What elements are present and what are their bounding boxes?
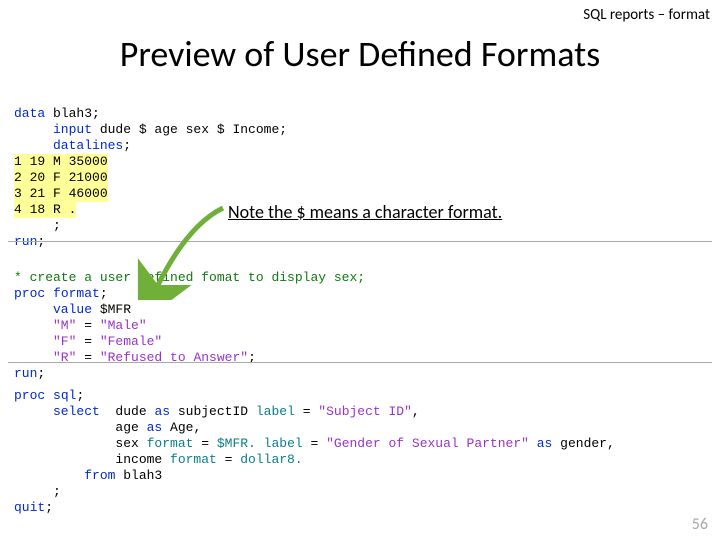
txt: sex <box>14 436 147 451</box>
semi: ; <box>14 484 61 499</box>
fmt-ref: $MFR. <box>217 436 256 451</box>
txt: age <box>14 420 147 435</box>
kw-format: format <box>53 286 100 301</box>
divider <box>8 362 712 363</box>
txt: blah3; <box>45 106 100 121</box>
sp <box>45 286 53 301</box>
txt: subjectID <box>170 404 256 419</box>
comma: , <box>412 404 420 419</box>
kw-data: data <box>14 106 45 121</box>
txt: income <box>14 452 170 467</box>
kw-as: as <box>147 420 163 435</box>
opt-label: label <box>256 404 295 419</box>
sp <box>45 388 53 403</box>
semi: ; <box>100 286 108 301</box>
kw-proc: proc <box>14 286 45 301</box>
str: "Female" <box>100 334 162 349</box>
dataline-4: 4 18 R . <box>14 202 76 218</box>
semi: ; <box>76 388 84 403</box>
semi: ; <box>123 138 131 153</box>
dataline-3: 3 21 F 46000 <box>14 186 108 202</box>
code-block-proc-sql: proc sql; select dude as subjectID label… <box>14 372 615 516</box>
kw-datalines: datalines <box>14 138 123 153</box>
str: "Gender of Sexual Partner" <box>326 436 529 451</box>
kw-sql: sql <box>53 388 76 403</box>
kw-value: value <box>14 302 92 317</box>
str: "Subject ID" <box>318 404 412 419</box>
opt-label: label <box>264 436 303 451</box>
page-number: 56 <box>692 515 708 534</box>
txt: gender, <box>552 436 614 451</box>
eq: = <box>193 436 216 451</box>
str: "F" <box>14 334 76 349</box>
eq: = <box>295 404 318 419</box>
dataline-2: 2 20 F 21000 <box>14 170 108 186</box>
divider <box>8 241 712 242</box>
eq: = <box>303 436 326 451</box>
txt: Age, <box>162 420 201 435</box>
fmt-dollar: dollar8. <box>240 452 302 467</box>
header-breadcrumb: SQL reports – format <box>583 6 710 24</box>
page-title: Preview of User Defined Formats <box>0 32 720 76</box>
opt-format: format <box>147 436 194 451</box>
txt: dude <box>100 404 155 419</box>
eq: = <box>76 334 99 349</box>
kw-as: as <box>537 436 553 451</box>
str: "M" <box>14 318 76 333</box>
sp <box>256 436 264 451</box>
txt: blah3 <box>115 468 162 483</box>
semi: ; <box>45 500 53 515</box>
kw-quit: quit <box>14 500 45 515</box>
txt: dude $ age sex $ Income; <box>92 122 287 137</box>
eq: = <box>217 452 240 467</box>
opt-format: format <box>170 452 217 467</box>
kw-from: from <box>14 468 115 483</box>
sp <box>529 436 537 451</box>
comment: * create a user defined fomat to display… <box>14 270 365 285</box>
kw-input: input <box>14 122 92 137</box>
code-block-data-step: data blah3; input dude $ age sex $ Incom… <box>14 90 287 250</box>
str: "Male" <box>100 318 147 333</box>
fmt-name: $MFR <box>92 302 131 317</box>
txt: ; <box>14 218 61 233</box>
kw-select: select <box>14 404 100 419</box>
dataline-1: 1 19 M 35000 <box>14 154 108 170</box>
annotation-note: Note the $ means a character format. <box>228 201 502 223</box>
kw-as: as <box>154 404 170 419</box>
eq: = <box>76 318 99 333</box>
kw-proc: proc <box>14 388 45 403</box>
